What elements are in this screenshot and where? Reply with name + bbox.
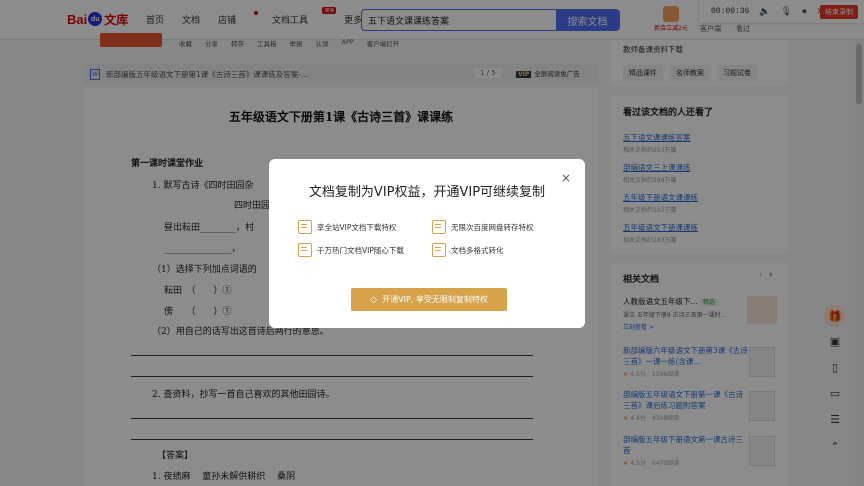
- format-convert-icon: [432, 243, 446, 257]
- feature-label: 千万热门文档VIP随心下载: [317, 245, 404, 255]
- vip-copy-modal: × 文档复制为VIP权益，开通VIP可继续复制 享全站VIP文档下载特权 无限次…: [269, 159, 585, 328]
- feature-item: 享全站VIP文档下载特权: [298, 220, 396, 234]
- download-privilege-icon: [298, 220, 312, 234]
- feature-item: 文档多格式转化: [432, 243, 504, 257]
- feature-item: 千万热门文档VIP随心下载: [298, 243, 404, 257]
- feature-label: 文档多格式转化: [451, 245, 504, 255]
- feature-label: 享全站VIP文档下载特权: [317, 222, 397, 232]
- open-vip-button[interactable]: ◇ 开通VIP, 享受无限制复制特权: [351, 288, 507, 311]
- open-vip-label: 开通VIP, 享受无限制复制特权: [382, 295, 488, 304]
- feature-item: 无限次百度网盘转存特权: [432, 220, 534, 234]
- feature-label: 无限次百度网盘转存特权: [451, 222, 534, 232]
- modal-title: 文档复制为VIP权益，开通VIP可继续复制: [308, 185, 546, 200]
- vip-download-icon: [298, 243, 312, 257]
- diamond-icon: ◇: [370, 294, 378, 305]
- netdisk-icon: [432, 220, 446, 234]
